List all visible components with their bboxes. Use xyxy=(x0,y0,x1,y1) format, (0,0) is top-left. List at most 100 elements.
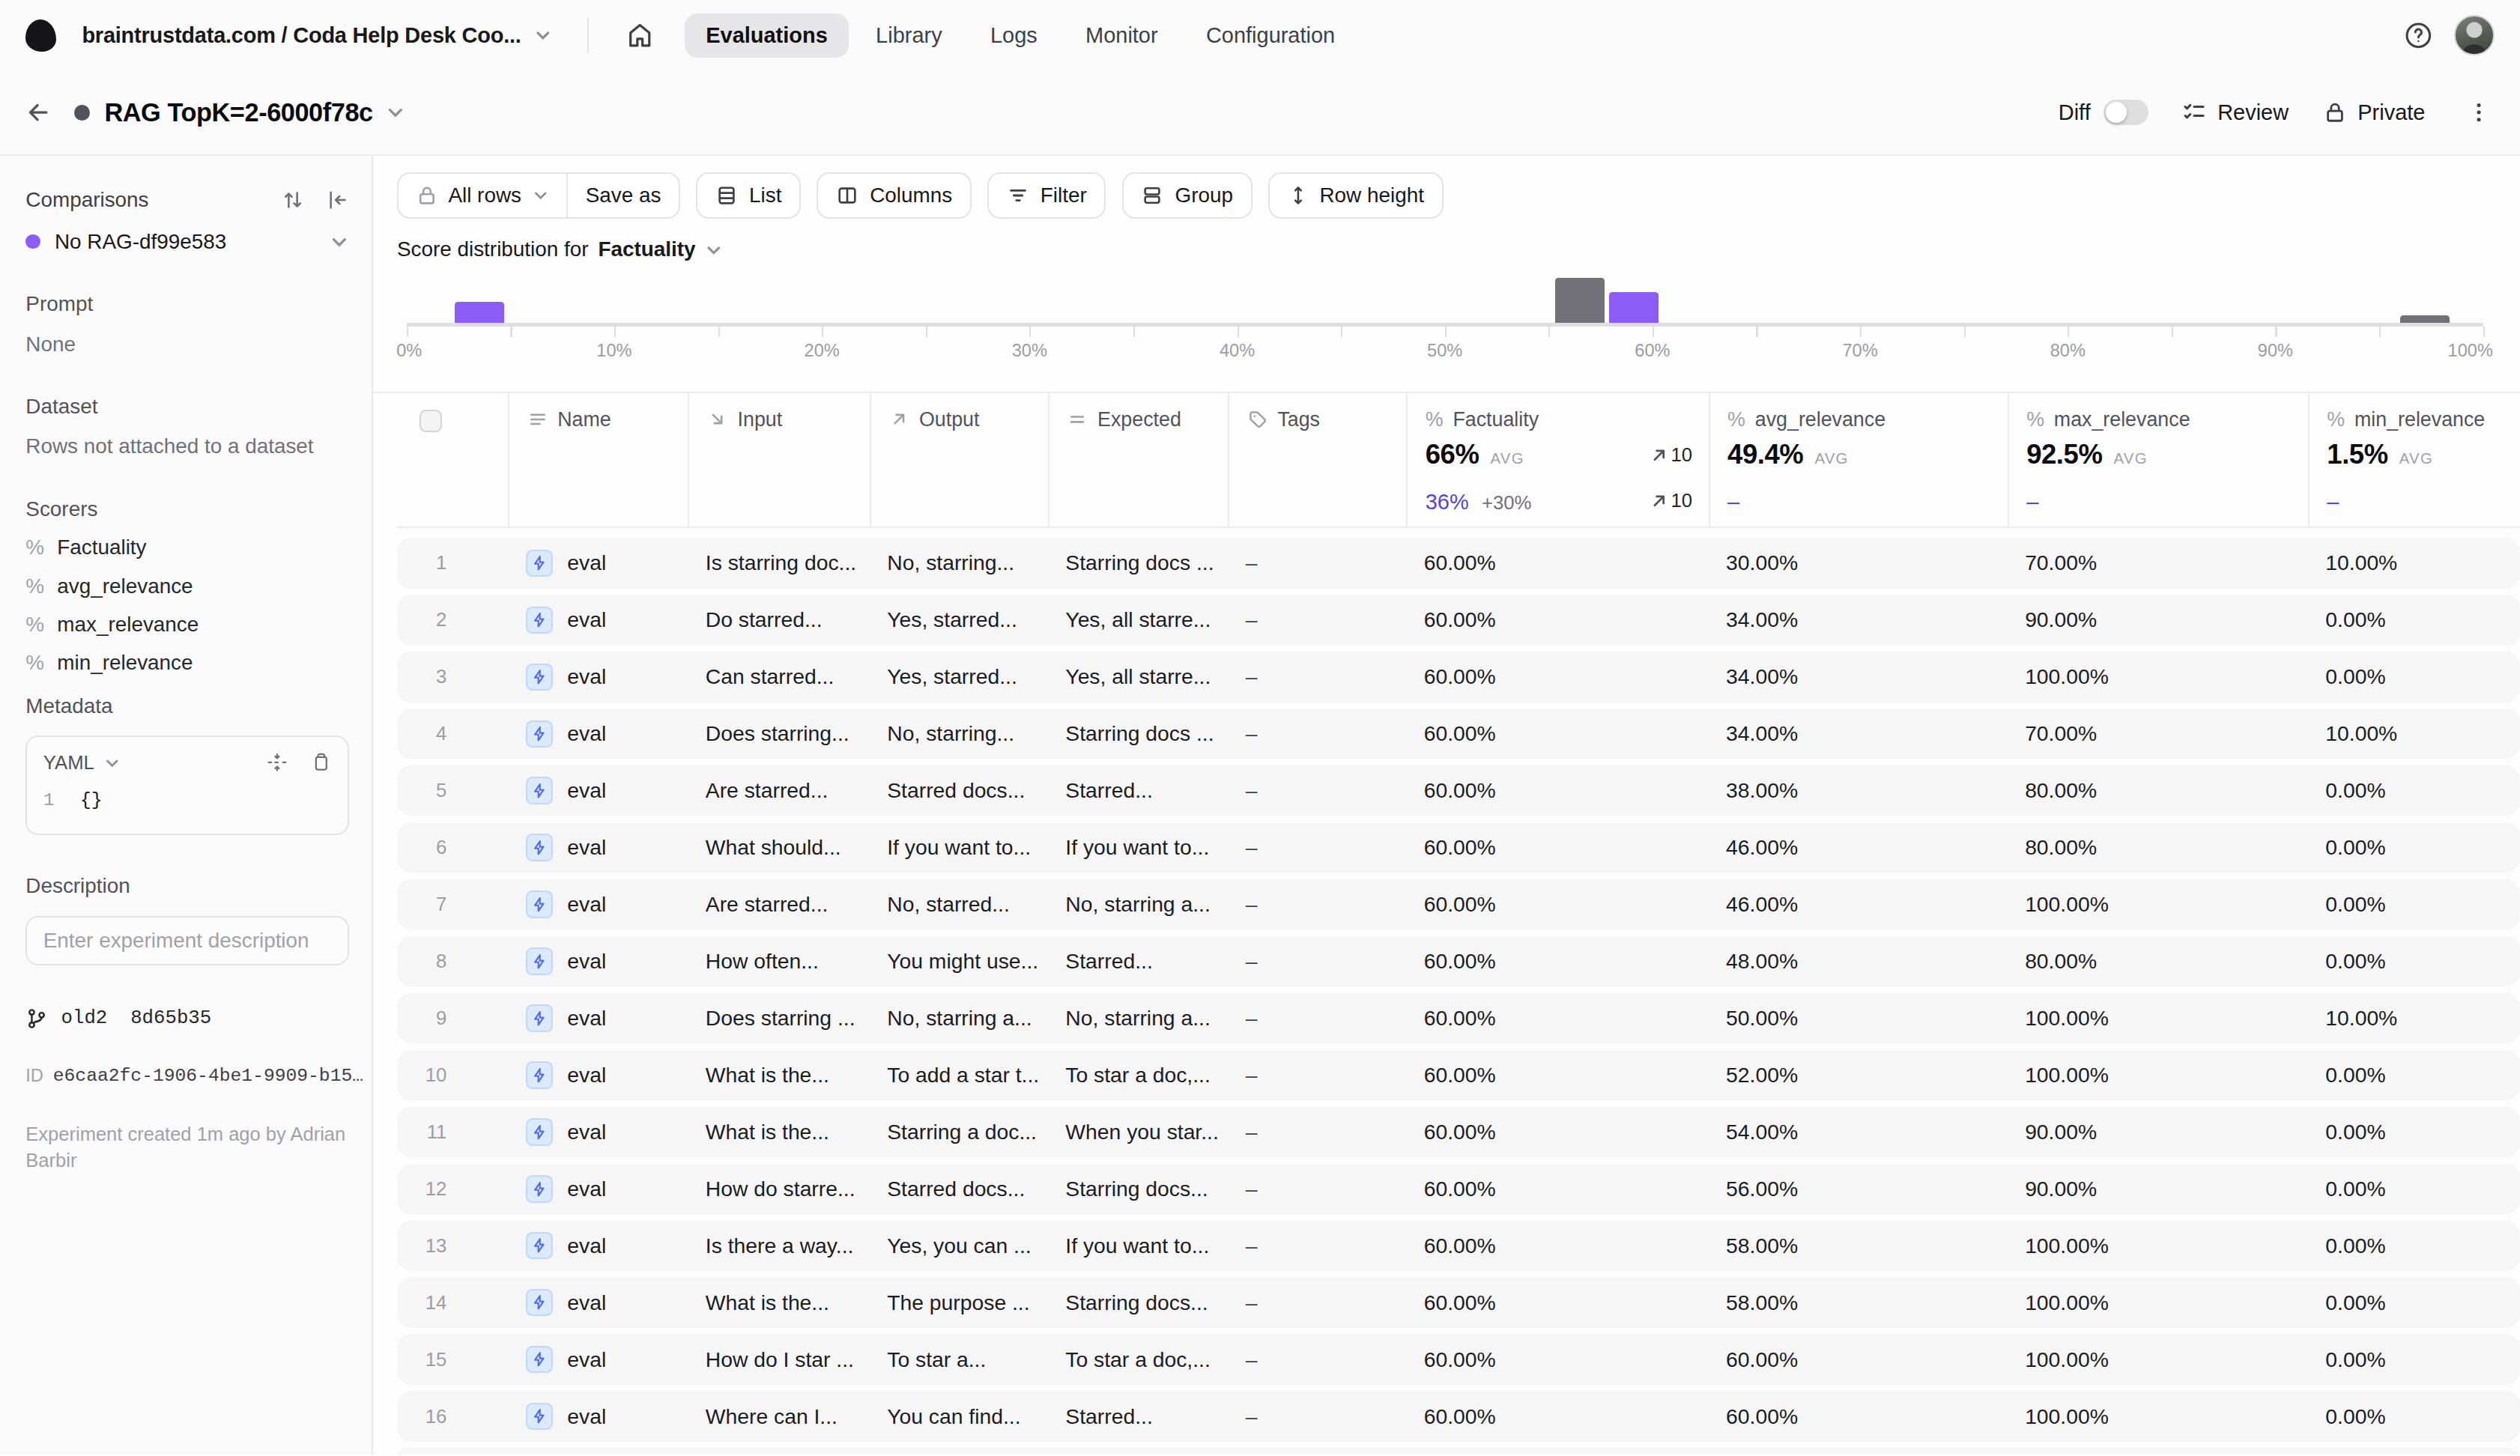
score-cell: 56.00% xyxy=(1709,1177,2008,1201)
score-distribution-chart[interactable]: 0%10%20%30%40%50%60%70%80%90%100% xyxy=(397,265,2483,368)
description-placeholder: Enter experiment description xyxy=(43,929,309,953)
select-all-checkbox[interactable] xyxy=(420,410,442,432)
scorer-item-min-relevance[interactable]: %min_relevance xyxy=(25,651,348,675)
tab-monitor[interactable]: Monitor xyxy=(1064,13,1178,58)
metadata-format-chevron-icon[interactable] xyxy=(104,755,120,771)
input-cell: Where can I... xyxy=(688,1404,869,1429)
table-row-9[interactable]: 9evalDoes starring ...No, starring a...N… xyxy=(397,993,2520,1043)
experiment-title[interactable]: RAG TopK=2-6000f78c xyxy=(104,98,372,127)
table-row-6[interactable]: 6evalWhat should...If you want to...If y… xyxy=(397,822,2520,873)
avg-score: 49.4% xyxy=(1727,439,1803,470)
help-icon[interactable] xyxy=(2396,13,2441,58)
table-row-12[interactable]: 12evalHow do starre...Starred docs...Sta… xyxy=(397,1164,2520,1214)
expected-cell: Starring docs ... xyxy=(1048,550,1228,575)
experiment-chevron-icon[interactable] xyxy=(386,103,405,122)
table-row-1[interactable]: 1evalIs starring doc...No, starring...St… xyxy=(397,538,2520,588)
list-button[interactable]: List xyxy=(696,172,801,219)
row-height-button[interactable]: Row height xyxy=(1268,172,1444,219)
column-header-tags[interactable]: Tags xyxy=(1228,393,1406,527)
metadata-format-select[interactable]: YAML xyxy=(43,752,94,774)
score-cell: 60.00% xyxy=(1406,1234,1708,1258)
table-row-13[interactable]: 13evalIs there a way...Yes, you can ...I… xyxy=(397,1221,2520,1271)
output-cell: Starring a doc... xyxy=(870,1120,1048,1144)
column-header-factuality[interactable]: %Factuality66%AVG1036%+30%10 xyxy=(1406,393,1708,527)
copy-icon[interactable] xyxy=(310,752,331,773)
table-row-2[interactable]: 2evalDo starred...Yes, starred...Yes, al… xyxy=(397,595,2520,645)
table-row-8[interactable]: 8evalHow often...You might use...Starred… xyxy=(397,936,2520,986)
arrowout-icon xyxy=(888,409,909,430)
save-as-button[interactable]: Save as xyxy=(566,174,679,217)
score-cell: 38.00% xyxy=(1709,778,2008,803)
column-header-max-relevance[interactable]: %max_relevance92.5%AVG– xyxy=(2008,393,2308,527)
column-header-expected[interactable]: Expected xyxy=(1048,393,1228,527)
all-rows-label: All rows xyxy=(448,183,521,207)
all-rows-button[interactable]: All rows xyxy=(399,174,566,217)
table-row-5[interactable]: 5evalAre starred...Starred docs...Starre… xyxy=(397,765,2520,816)
scorer-item-max-relevance[interactable]: %max_relevance xyxy=(25,613,348,637)
table-row-14[interactable]: 14evalWhat is the...The purpose ...Starr… xyxy=(397,1277,2520,1327)
table-row-10[interactable]: 10evalWhat is the...To add a star t...To… xyxy=(397,1050,2520,1100)
column-header-min-relevance[interactable]: %min_relevance1.5%AVG– xyxy=(2308,393,2520,527)
table-row-11[interactable]: 11evalWhat is the...Starring a doc...Whe… xyxy=(397,1107,2520,1157)
axis-label: 70% xyxy=(1842,341,1877,361)
private-button[interactable]: Private xyxy=(2324,100,2425,125)
avg-unit: AVG xyxy=(1814,450,1848,467)
scorer-item-factuality[interactable]: %Factuality xyxy=(25,536,348,559)
table-row-partial xyxy=(397,1448,2520,1454)
distribution-heading[interactable]: Score distribution for Factuality xyxy=(397,237,2520,261)
collapse-panel-icon[interactable] xyxy=(327,189,349,211)
breadcrumb-chevron-icon[interactable] xyxy=(534,26,552,44)
column-header-output[interactable]: Output xyxy=(870,393,1048,527)
output-cell: No, starring... xyxy=(870,721,1048,746)
description-input[interactable]: Enter experiment description xyxy=(25,916,348,966)
diff-toggle[interactable] xyxy=(2103,100,2148,125)
table-row-4[interactable]: 4evalDoes starring...No, starring...Star… xyxy=(397,709,2520,759)
back-arrow-icon[interactable] xyxy=(25,100,51,125)
eval-icon xyxy=(526,834,553,861)
review-button[interactable]: Review xyxy=(2182,100,2289,125)
columns-button[interactable]: Columns xyxy=(817,172,971,219)
tab-configuration[interactable]: Configuration xyxy=(1185,13,1356,58)
table-row-15[interactable]: 15evalHow do I star ...To star a...To st… xyxy=(397,1334,2520,1384)
group-button[interactable]: Group xyxy=(1122,172,1253,219)
collapse-code-icon[interactable] xyxy=(267,752,288,773)
column-header-input[interactable]: Input xyxy=(688,393,869,527)
eval-icon xyxy=(526,1061,553,1088)
name-cell: eval xyxy=(508,1004,688,1031)
column-header-name[interactable]: Name xyxy=(508,393,688,527)
scorer-item-avg-relevance[interactable]: %avg_relevance xyxy=(25,574,348,598)
metadata-code[interactable]: {} xyxy=(80,789,103,810)
output-cell: You can find... xyxy=(870,1404,1048,1429)
eval-icon xyxy=(526,1403,553,1430)
tags-cell: – xyxy=(1228,550,1406,575)
tags-cell: – xyxy=(1228,892,1406,917)
table-row-16[interactable]: 16evalWhere can I...You can find...Starr… xyxy=(397,1391,2520,1441)
expected-cell: If you want to... xyxy=(1048,835,1228,860)
filter-button[interactable]: Filter xyxy=(987,172,1106,219)
table-row-3[interactable]: 3evalCan starred...Yes, starred...Yes, a… xyxy=(397,652,2520,702)
sort-icon[interactable] xyxy=(282,189,304,211)
breadcrumb[interactable]: braintrustdata.com / Coda Help Desk Coo.… xyxy=(82,23,521,48)
expected-cell: No, starring a... xyxy=(1048,892,1228,917)
table-row-7[interactable]: 7evalAre starred...No, starred...No, sta… xyxy=(397,879,2520,929)
tab-logs[interactable]: Logs xyxy=(969,13,1058,58)
column-header-avg-relevance[interactable]: %avg_relevance49.4%AVG– xyxy=(1709,393,2008,527)
input-cell: Are starred... xyxy=(688,892,869,917)
arrowin-icon xyxy=(707,409,728,430)
tab-library[interactable]: Library xyxy=(855,13,963,58)
more-menu-icon[interactable] xyxy=(2467,100,2491,124)
git-branch-row[interactable]: old2 8d65b35 xyxy=(25,1007,348,1030)
experiment-id-row[interactable]: ID e6caa2fc-1906-4be1-9909-b15… xyxy=(25,1065,348,1086)
home-icon[interactable] xyxy=(617,13,662,58)
comparison-experiment[interactable]: No RAG-df99e583 xyxy=(25,230,348,254)
axis-tick xyxy=(1341,327,1342,337)
metadata-editor[interactable]: YAML 1 {} xyxy=(25,735,348,835)
drill-count[interactable]: 10 xyxy=(1650,444,1693,466)
tab-evaluations[interactable]: Evaluations xyxy=(685,13,848,58)
distribution-label: Score distribution for xyxy=(397,237,589,261)
user-avatar[interactable] xyxy=(2454,15,2495,55)
drill-count[interactable]: 10 xyxy=(1650,490,1693,512)
score-cell: 30.00% xyxy=(1709,550,2008,575)
expected-cell: If you want to... xyxy=(1048,1234,1228,1258)
avg-score: 66% xyxy=(1426,439,1479,470)
